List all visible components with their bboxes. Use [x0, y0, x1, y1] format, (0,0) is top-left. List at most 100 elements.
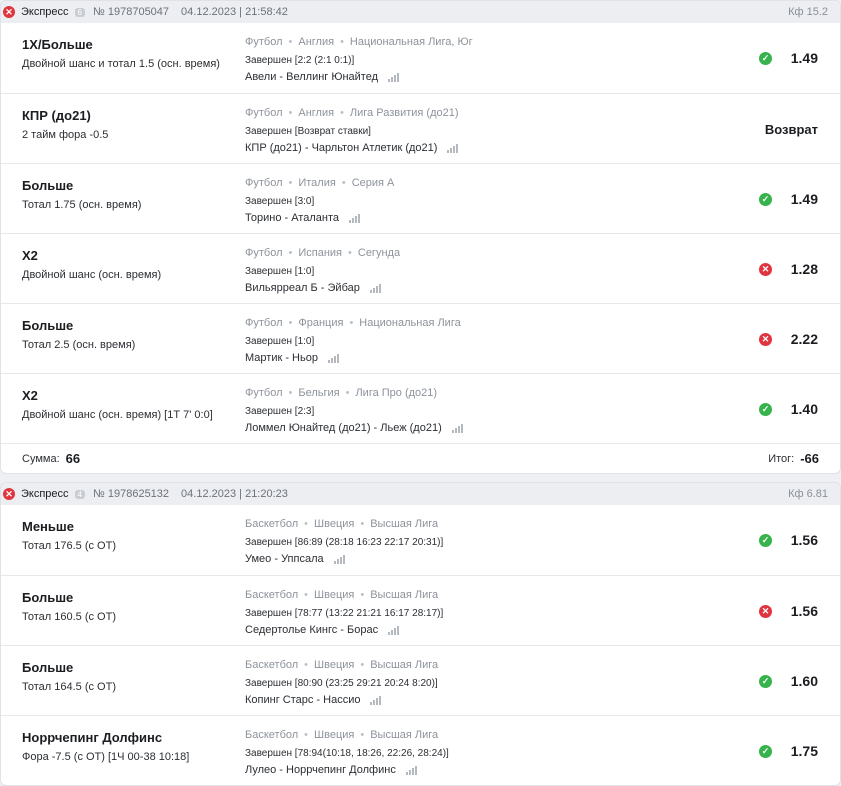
separator-dot: •: [348, 247, 352, 259]
match-status: Завершен [Возврат ставки]: [245, 126, 371, 137]
teams-label: Вильярреал Б - Эйбар: [245, 282, 360, 294]
country-link[interactable]: Швеция: [314, 729, 354, 741]
outcome-name: Двойной шанс (осн. время) [1Т 7' 0:0]: [22, 409, 213, 421]
league-link[interactable]: Высшая Лига: [370, 659, 438, 671]
country-link[interactable]: Испания: [298, 247, 342, 259]
event-row: Х2 Двойной шанс (осн. время) [1Т 7' 0:0] Ф…: [1, 373, 840, 443]
sport-link[interactable]: Футбол: [245, 36, 283, 48]
event-result: ✓ 1.49: [759, 164, 818, 234]
event-bet-info: Больше Тотал 1.75 (осн. время): [1, 164, 245, 233]
sport-link[interactable]: Футбол: [245, 317, 283, 329]
bet-header[interactable]: ✕ Экспресс 6 № 1978705047 04.12.2023 | 21:58…: [1, 1, 840, 23]
league-link[interactable]: Национальная Лига: [359, 317, 460, 329]
match-teams: Мартик - Ньор: [245, 352, 840, 364]
event-coefficient: 2.22: [790, 331, 818, 347]
market-name: Больше: [22, 660, 74, 675]
event-bet-info: Больше Тотал 160.5 (с ОТ): [1, 576, 245, 645]
country-link[interactable]: Англия: [298, 36, 334, 48]
match-teams: Ломмел Юнайтед (до21) - Льеж (до21): [245, 422, 840, 434]
league-link[interactable]: Сегунда: [358, 247, 400, 259]
match-teams: Лулео - Норрчепинг Долфинс: [245, 764, 840, 776]
x-circle-icon: ✕: [3, 488, 15, 500]
separator-dot: •: [304, 729, 309, 741]
event-coefficient: 1.75: [790, 743, 818, 759]
teams-label: КПР (до21) - Чарльтон Атлетик (до21): [245, 142, 438, 154]
sport-link[interactable]: Баскетбол: [245, 589, 298, 601]
match-teams: КПР (до21) - Чарльтон Атлетик (до21): [245, 142, 840, 154]
league-link[interactable]: Высшая Лига: [370, 518, 438, 530]
separator-dot: •: [341, 177, 346, 189]
total-value: -66: [800, 451, 819, 466]
check-circle-icon: ✓: [759, 674, 772, 688]
event-row: Больше Тотал 160.5 (с ОТ) Баскетбол • Швеция…: [1, 575, 840, 645]
league-link[interactable]: Высшая Лига: [370, 729, 438, 741]
event-match-info: Футбол • Испания • Сегунда Завершен [1:0] Виль…: [245, 234, 840, 303]
country-link[interactable]: Швеция: [314, 518, 354, 530]
bet-footer: Сумма: 66 Итог: -66: [1, 443, 840, 473]
bar-chart-icon[interactable]: [388, 72, 400, 82]
market-name: Больше: [22, 178, 74, 193]
outcome-name: Тотал 1.75 (осн. время): [22, 199, 142, 211]
outcome-name: Тотал 164.5 (с ОТ): [22, 681, 116, 693]
bar-chart-icon[interactable]: [369, 283, 381, 293]
country-link[interactable]: Франция: [298, 317, 343, 329]
sport-link[interactable]: Футбол: [245, 177, 283, 189]
bar-chart-icon[interactable]: [370, 695, 382, 705]
separator-dot: •: [360, 518, 365, 530]
bar-chart-icon[interactable]: [388, 625, 400, 635]
match-teams: Седертолье Кингс - Борас: [245, 624, 840, 636]
outcome-name: Двойной шанс и тотал 1.5 (осн. время): [22, 58, 220, 70]
sport-link[interactable]: Баскетбол: [245, 659, 298, 671]
match-status: Завершен [1:0]: [245, 336, 315, 347]
sum-value: 66: [65, 451, 81, 466]
event-coefficient: 1.56: [790, 532, 818, 548]
bar-chart-icon[interactable]: [327, 353, 339, 363]
league-link[interactable]: Серия А: [352, 177, 395, 189]
event-bet-info: Меньше Тотал 176.5 (с ОТ): [1, 505, 245, 575]
event-row: КПР (до21) 2 тайм фора -0.5 Футбол • Англия •…: [1, 93, 840, 163]
event-match-info: Баскетбол • Швеция • Высшая Лига Завершен [78…: [245, 576, 840, 645]
bet-header[interactable]: ✕ Экспресс 4 № 1978625132 04.12.2023 | 21:20…: [1, 483, 840, 505]
sport-link[interactable]: Баскетбол: [245, 518, 298, 530]
events-count-badge: 4: [74, 489, 85, 499]
event-row: Больше Тотал 1.75 (осн. время) Футбол • Итал…: [1, 163, 840, 233]
event-result: ✕ 2.22: [759, 304, 818, 374]
bar-chart-icon[interactable]: [405, 765, 417, 775]
check-circle-icon: ✓: [759, 402, 772, 416]
sport-link[interactable]: Баскетбол: [245, 729, 298, 741]
league-link[interactable]: Национальная Лига, Юг: [350, 36, 473, 48]
country-link[interactable]: Италия: [298, 177, 335, 189]
event-result: ✓ 1.75: [759, 716, 818, 785]
market-name: Х2: [22, 248, 38, 263]
market-name: Меньше: [22, 519, 74, 534]
total-block: Итог: -66: [768, 451, 819, 466]
outcome-name: Двойной шанс (осн. время): [22, 269, 162, 281]
league-link[interactable]: Лига Развития (до21): [350, 107, 459, 119]
market-name: 1X/Больше: [22, 37, 93, 52]
sport-link[interactable]: Футбол: [245, 247, 283, 259]
market-name: Х2: [22, 388, 38, 403]
breadcrumb: Футбол • Франция • Национальная Лига: [245, 316, 840, 330]
bar-chart-icon[interactable]: [348, 213, 360, 223]
league-link[interactable]: Высшая Лига: [370, 589, 438, 601]
event-row: Больше Тотал 164.5 (с ОТ) Баскетбол • Швеция…: [1, 645, 840, 715]
bar-chart-icon[interactable]: [451, 423, 463, 433]
match-teams: Умео - Уппсала: [245, 553, 840, 565]
country-link[interactable]: Англия: [298, 107, 334, 119]
match-teams: Копинг Старс - Нассио: [245, 694, 840, 706]
separator-dot: •: [288, 36, 293, 48]
league-link[interactable]: Лига Про (до21): [355, 387, 437, 399]
country-link[interactable]: Швеция: [314, 589, 354, 601]
bar-chart-icon[interactable]: [447, 143, 459, 153]
separator-dot: •: [288, 247, 293, 259]
event-result: ✕ 1.28: [759, 234, 818, 304]
sport-link[interactable]: Футбол: [245, 107, 283, 119]
country-link[interactable]: Бельгия: [298, 387, 339, 399]
match-status: Завершен [1:0]: [245, 266, 315, 277]
event-coefficient: 1.28: [790, 261, 818, 277]
breadcrumb: Баскетбол • Швеция • Высшая Лига: [245, 588, 840, 602]
country-link[interactable]: Швеция: [314, 659, 354, 671]
bar-chart-icon[interactable]: [333, 554, 345, 564]
sport-link[interactable]: Футбол: [245, 387, 283, 399]
separator-dot: •: [349, 317, 354, 329]
